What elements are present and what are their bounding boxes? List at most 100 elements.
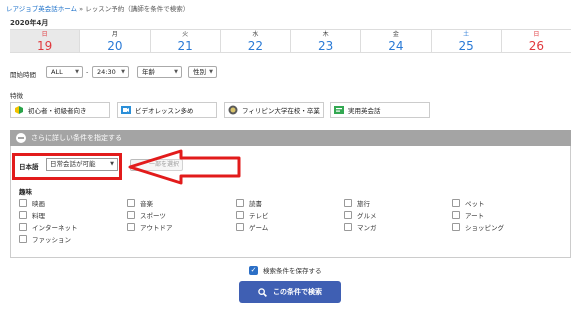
end-time-select[interactable]: 24:30 ▼: [92, 66, 129, 78]
feature-label: フィリピン大学在校・卒業: [242, 107, 320, 115]
hobby-label: インターネット: [32, 224, 78, 232]
checkbox[interactable]: [127, 211, 135, 219]
time-range-dash: -: [86, 68, 89, 76]
start-time-label: 開始時間: [10, 71, 36, 79]
hobby-label: アウトドア: [140, 224, 173, 232]
chevron-down-icon: ▼: [209, 69, 213, 75]
search-button[interactable]: この条件で検索: [239, 281, 341, 303]
calendar-dow: 月: [111, 31, 118, 38]
checkbox[interactable]: [452, 223, 460, 231]
chevron-down-icon: ▼: [121, 69, 125, 75]
partial-select-button[interactable]: 一部を選択: [130, 159, 183, 171]
feature-practical-english-button[interactable]: 実用英会話: [330, 102, 430, 118]
hobby-label: グルメ: [357, 212, 377, 220]
save-conditions-checkbox[interactable]: ✓ 検索条件を保存する: [249, 265, 322, 275]
start-time-value: ALL: [51, 68, 63, 76]
annotation-highlight-box: [12, 153, 122, 180]
age-select[interactable]: 年齢 ▼: [137, 66, 182, 78]
calendar-day-22[interactable]: 水 22: [219, 30, 290, 53]
feature-label: 初心者・初級者向き: [28, 107, 87, 115]
hobby-checkbox-movies[interactable]: 映画: [19, 198, 45, 208]
checkbox[interactable]: [344, 199, 352, 207]
hobby-checkbox-tv[interactable]: テレビ: [236, 210, 269, 220]
checkbox[interactable]: [344, 223, 352, 231]
hobby-label: 旅行: [357, 200, 370, 208]
feature-video-button[interactable]: ビデオレッスン多め: [117, 102, 217, 118]
breadcrumb-current: レッスン予約（講師を条件で検索）: [85, 5, 190, 13]
checkbox[interactable]: [236, 199, 244, 207]
checkbox[interactable]: [19, 235, 27, 243]
hobby-checkbox-games[interactable]: ゲーム: [236, 222, 268, 232]
hobby-label: マンガ: [357, 224, 377, 232]
hobby-checkbox-reading[interactable]: 読書: [236, 198, 262, 208]
hobby-label: ペット: [465, 200, 485, 208]
partial-select-label: 一部を選択: [149, 161, 180, 168]
save-conditions-label: 検索条件を保存する: [263, 267, 322, 275]
beginner-leaf-icon: [15, 106, 23, 114]
advanced-conditions-toggle[interactable]: さらに詳しい条件を指定する: [10, 130, 571, 146]
calendar-date: 23: [317, 39, 334, 53]
hobby-checkbox-pets[interactable]: ペット: [452, 198, 485, 208]
feature-beginner-button[interactable]: 初心者・初級者向き: [10, 102, 110, 118]
search-button-label: この条件で検索: [273, 288, 322, 296]
feature-label: 実用英会話: [348, 107, 381, 115]
hobby-label: 映画: [32, 200, 45, 208]
university-seal-icon: [228, 105, 238, 115]
calendar-date: 24: [388, 39, 404, 53]
feature-university-button[interactable]: フィリピン大学在校・卒業: [224, 102, 324, 118]
age-value: 年齢: [142, 68, 155, 76]
checkbox[interactable]: [236, 223, 244, 231]
calendar-day-25[interactable]: 土 25: [430, 30, 501, 52]
breadcrumb-separator: »: [79, 5, 84, 13]
hobby-checkbox-sports[interactable]: スポーツ: [127, 210, 166, 220]
calendar-dow: 金: [392, 31, 399, 38]
checkbox[interactable]: [452, 199, 460, 207]
calendar-day-26[interactable]: 日 26: [500, 30, 571, 53]
calendar-date: 22: [247, 39, 264, 53]
calendar-date: 26: [528, 39, 545, 53]
hobby-checkbox-shopping[interactable]: ショッピング: [452, 222, 504, 232]
hobby-checkbox-cooking[interactable]: 料理: [19, 210, 45, 220]
advanced-conditions-label: さらに詳しい条件を指定する: [31, 134, 122, 142]
calendar-month: 2020年4月: [10, 19, 49, 27]
checkbox[interactable]: [19, 223, 27, 231]
hobby-checkbox-gourmet[interactable]: グルメ: [344, 210, 377, 220]
start-time-select[interactable]: ALL ▼: [46, 66, 83, 78]
hobby-checkbox-internet[interactable]: インターネット: [19, 222, 78, 232]
calendar-date: 20: [107, 39, 123, 53]
checkbox[interactable]: [344, 211, 352, 219]
calendar-day-24[interactable]: 金 24: [360, 30, 430, 52]
calendar-date: 19: [36, 39, 53, 53]
hobby-checkbox-fashion[interactable]: ファッション: [19, 234, 71, 244]
video-icon: [121, 106, 131, 114]
checkbox[interactable]: [19, 199, 27, 207]
calendar-dow: 水: [252, 31, 259, 38]
chevron-down-icon: ▼: [75, 69, 79, 75]
hobby-label: ファッション: [32, 236, 71, 244]
calendar-day-19[interactable]: 日 19: [10, 30, 80, 53]
breadcrumb: レアジョブ英会話ホーム » レッスン予約（講師を条件で検索）: [6, 3, 189, 13]
features-title: 特徴: [10, 92, 23, 100]
checkbox[interactable]: [127, 223, 135, 231]
checkbox[interactable]: [452, 211, 460, 219]
checkmark-icon[interactable]: ✓: [249, 265, 258, 275]
hobby-checkbox-manga[interactable]: マンガ: [344, 222, 377, 232]
calendar-day-21[interactable]: 火 21: [149, 30, 220, 52]
hobby-checkbox-music[interactable]: 音楽: [127, 198, 153, 208]
hobby-checkbox-travel[interactable]: 旅行: [344, 198, 370, 208]
conversation-icon: [334, 106, 344, 114]
calendar-day-20[interactable]: 月 20: [79, 30, 149, 52]
hobby-label: スポーツ: [140, 212, 166, 220]
hobby-label: 音楽: [140, 200, 153, 208]
hobby-label: 料理: [32, 212, 45, 220]
hobby-label: テレビ: [249, 212, 269, 220]
calendar-day-23[interactable]: 木 23: [290, 30, 360, 52]
breadcrumb-home-link[interactable]: レアジョブ英会話ホーム: [6, 5, 77, 13]
checkbox[interactable]: [236, 211, 244, 219]
hobby-checkbox-art[interactable]: アート: [452, 210, 484, 220]
checkbox[interactable]: [127, 199, 135, 207]
hobby-checkbox-outdoor[interactable]: アウトドア: [127, 222, 173, 232]
checkbox[interactable]: [19, 211, 27, 219]
gender-select[interactable]: 性別 ▼: [188, 66, 217, 78]
date-calendar: 日 19 月 20 火 21 水 22 木 23 金 24 土 25 日 26: [10, 29, 571, 53]
